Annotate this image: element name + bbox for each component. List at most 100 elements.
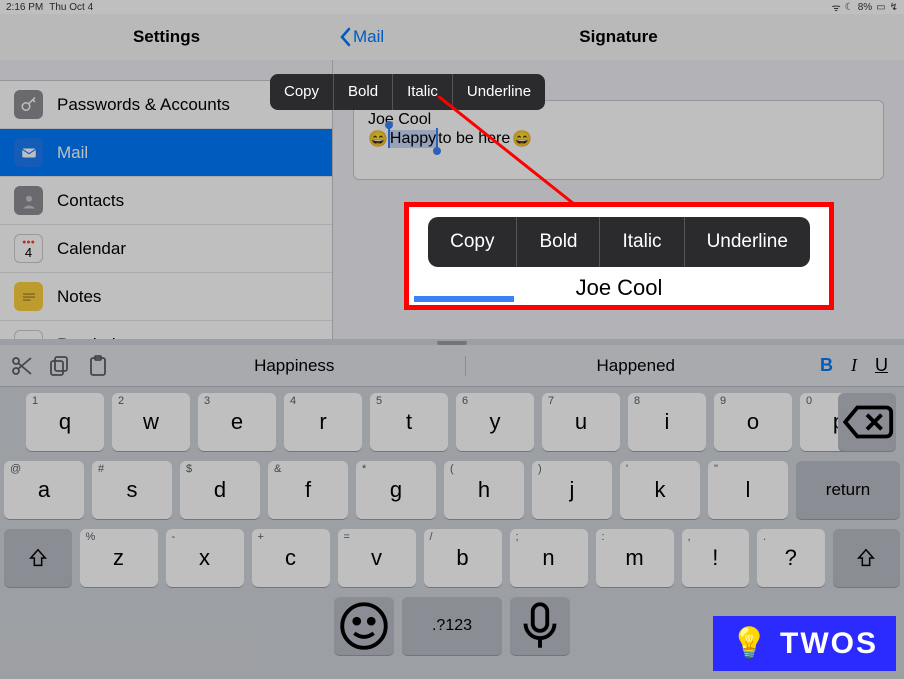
key-h[interactable]: (h	[444, 461, 524, 519]
ctx-bold-button[interactable]: Bold	[517, 217, 600, 267]
keyboard-row-2: @a#s$d&f*g(h)j'k"l return	[4, 461, 900, 519]
return-label: return	[826, 480, 870, 500]
key-question[interactable]: .?	[757, 529, 825, 587]
key-j[interactable]: )j	[532, 461, 612, 519]
annotation-callout: Copy Bold Italic Underline Joe Cool	[404, 202, 834, 310]
bold-toggle[interactable]: B	[820, 355, 833, 376]
wifi-icon: ᯤ	[832, 0, 841, 14]
lightbulb-icon: 💡	[731, 626, 770, 661]
key-x[interactable]: -x	[166, 529, 244, 587]
battery-icon: ▭	[876, 2, 885, 13]
ctx-copy-button[interactable]: Copy	[270, 74, 334, 110]
sidebar-item-label: Calendar	[57, 239, 126, 259]
key-icon	[14, 90, 43, 119]
signature-rest: to be here	[438, 130, 510, 148]
keyboard-row-1: 1q2w3e4r5t6y7u8i9o0p	[4, 393, 900, 451]
selection-handle-left[interactable]	[388, 128, 390, 148]
emoji-grin-icon: 😄	[512, 129, 532, 149]
shift-key[interactable]	[4, 529, 72, 587]
backspace-icon	[838, 393, 896, 451]
ctx-copy-button[interactable]: Copy	[428, 217, 517, 267]
suggestion-2[interactable]: Happened	[466, 356, 807, 376]
key-o[interactable]: 9o	[714, 393, 792, 451]
keyboard-toolbar: Happiness Happened B I U	[0, 345, 904, 387]
charging-icon: ↯	[890, 2, 898, 13]
settings-title: Settings	[0, 14, 333, 60]
status-bar: 2:16 PM Thu Oct 4 ᯤ ☾ 8% ▭ ↯	[0, 0, 904, 14]
callout-highlight	[414, 296, 514, 302]
underline-toggle[interactable]: U	[875, 355, 888, 376]
selection-handle-right[interactable]	[436, 128, 438, 148]
status-date: Thu Oct 4	[49, 2, 93, 13]
context-menu: Copy Bold Italic Underline	[270, 74, 545, 110]
sidebar-item-contacts[interactable]: Contacts	[0, 177, 332, 225]
backspace-key[interactable]	[838, 393, 896, 451]
key-l[interactable]: "l	[708, 461, 788, 519]
watermark-text: TWOS	[780, 627, 878, 661]
key-e[interactable]: 3e	[198, 393, 276, 451]
sidebar-item-calendar[interactable]: ●●●4 Calendar	[0, 225, 332, 273]
key-s[interactable]: #s	[92, 461, 172, 519]
key-u[interactable]: 7u	[542, 393, 620, 451]
key-i[interactable]: 8i	[628, 393, 706, 451]
key-m[interactable]: :m	[596, 529, 674, 587]
keyboard-suggestions: Happiness Happened	[124, 356, 806, 376]
mail-icon	[14, 138, 43, 167]
paste-icon[interactable]	[86, 354, 110, 378]
copy-icon[interactable]	[48, 354, 72, 378]
key-a[interactable]: @a	[4, 461, 84, 519]
key-c[interactable]: +c	[252, 529, 330, 587]
numbers-key-label: .?123	[432, 617, 472, 635]
signature-line-1: Joe Cool	[368, 111, 869, 129]
key-v[interactable]: =v	[338, 529, 416, 587]
key-n[interactable]: ;n	[510, 529, 588, 587]
selected-text[interactable]: Happy	[390, 130, 436, 148]
dictation-key[interactable]	[510, 597, 570, 655]
key-r[interactable]: 4r	[284, 393, 362, 451]
callout-text: Joe Cool	[576, 275, 663, 301]
emoji-key[interactable]	[334, 597, 394, 655]
nav-row: Settings Mail Signature	[0, 14, 904, 60]
calendar-icon: ●●●4	[14, 234, 43, 263]
numbers-key[interactable]: .?123	[402, 597, 502, 655]
sidebar-item-label: Passwords & Accounts	[57, 95, 230, 115]
chevron-left-icon	[339, 27, 351, 47]
shift-key[interactable]	[833, 529, 901, 587]
sidebar-item-notes[interactable]: Notes	[0, 273, 332, 321]
key-y[interactable]: 6y	[456, 393, 534, 451]
back-button[interactable]: Mail	[339, 14, 384, 60]
twos-watermark: 💡 TWOS	[713, 616, 896, 671]
signature-line-2: 😄 Happy to be here 😄	[368, 129, 869, 149]
status-time: 2:16 PM	[6, 2, 43, 13]
sidebar-item-label: Notes	[57, 287, 101, 307]
ctx-underline-button[interactable]: Underline	[453, 74, 545, 110]
key-q[interactable]: 1q	[26, 393, 104, 451]
key-z[interactable]: %z	[80, 529, 158, 587]
ctx-italic-button[interactable]: Italic	[600, 217, 684, 267]
key-d[interactable]: $d	[180, 461, 260, 519]
key-t[interactable]: 5t	[370, 393, 448, 451]
key-k[interactable]: 'k	[620, 461, 700, 519]
ctx-italic-button[interactable]: Italic	[393, 74, 453, 110]
sidebar-item-label: Mail	[57, 143, 88, 163]
key-w[interactable]: 2w	[112, 393, 190, 451]
ctx-underline-button[interactable]: Underline	[685, 217, 810, 267]
page-title: Signature	[333, 14, 904, 60]
battery-percent: 8%	[858, 2, 872, 13]
contacts-icon	[14, 186, 43, 215]
sidebar-item-mail[interactable]: Mail	[0, 129, 332, 177]
notes-icon	[14, 282, 43, 311]
format-biu: B I U	[820, 355, 894, 376]
suggestion-1[interactable]: Happiness	[124, 356, 466, 376]
key-b[interactable]: /b	[424, 529, 502, 587]
italic-toggle[interactable]: I	[851, 355, 857, 376]
scissors-icon[interactable]	[10, 354, 34, 378]
back-label: Mail	[353, 27, 384, 47]
key-exclaim[interactable]: ,!	[682, 529, 750, 587]
key-f[interactable]: &f	[268, 461, 348, 519]
return-key[interactable]: return	[796, 461, 900, 519]
keyboard-row-3: %z-x+c=v/b;n:m ,! .?	[4, 529, 900, 587]
selected-text-value: Happy	[390, 130, 436, 147]
ctx-bold-button[interactable]: Bold	[334, 74, 393, 110]
key-g[interactable]: *g	[356, 461, 436, 519]
